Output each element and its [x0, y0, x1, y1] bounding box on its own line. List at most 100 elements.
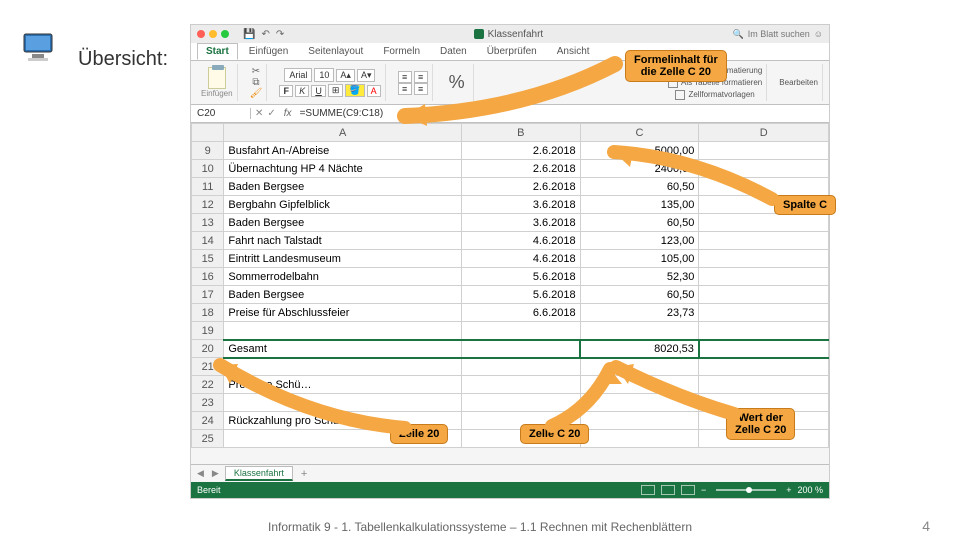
cell[interactable] [699, 286, 829, 304]
cell-format-icon[interactable] [675, 90, 685, 100]
cell[interactable]: 60,50 [580, 178, 699, 196]
cell[interactable]: Eintritt Landesmuseum [224, 250, 462, 268]
redo-icon[interactable]: ↷ [276, 29, 284, 40]
cell[interactable]: Baden Bergsee [224, 286, 462, 304]
row-header[interactable]: 14 [192, 232, 224, 250]
cell[interactable]: 4.6.2018 [461, 250, 580, 268]
cell[interactable]: 3.6.2018 [461, 196, 580, 214]
cell[interactable] [699, 178, 829, 196]
next-sheet-icon[interactable]: ▶ [210, 468, 221, 479]
cell[interactable] [699, 358, 829, 376]
confirm-icon[interactable]: ✓ [267, 108, 275, 119]
cell[interactable] [699, 304, 829, 322]
tab-ansicht[interactable]: Ansicht [548, 43, 599, 60]
normal-view-icon[interactable] [641, 485, 655, 495]
row-header[interactable]: 17 [192, 286, 224, 304]
cell[interactable] [461, 322, 580, 340]
tab-seitenlayout[interactable]: Seitenlayout [299, 43, 372, 60]
zoom-slider[interactable] [716, 489, 776, 491]
zoom-out-icon[interactable]: − [701, 485, 706, 495]
cell[interactable]: 135,00 [580, 196, 699, 214]
row-header[interactable]: 10 [192, 160, 224, 178]
cell[interactable] [461, 376, 580, 394]
align-mid-icon[interactable]: ≡ [414, 71, 428, 83]
increase-font-icon[interactable]: A▴ [336, 69, 355, 82]
page-layout-view-icon[interactable] [661, 485, 675, 495]
search-placeholder[interactable]: Im Blatt suchen [748, 29, 810, 39]
cell[interactable]: Sommerrodelbahn [224, 268, 462, 286]
bold-button[interactable]: F [279, 85, 293, 97]
cell[interactable]: 5.6.2018 [461, 268, 580, 286]
decrease-font-icon[interactable]: A▾ [357, 69, 376, 82]
cell[interactable]: 2.6.2018 [461, 142, 580, 160]
col-header-c[interactable]: C [580, 124, 699, 142]
cell[interactable]: Baden Bergsee [224, 214, 462, 232]
cell[interactable]: Fahrt nach Talstadt [224, 232, 462, 250]
cell[interactable]: Baden Bergsee [224, 178, 462, 196]
cell[interactable] [461, 340, 580, 358]
cell[interactable] [461, 394, 580, 412]
cell[interactable]: 60,50 [580, 214, 699, 232]
cell[interactable] [699, 232, 829, 250]
format-painter-icon[interactable]: 🖌 [250, 88, 263, 99]
add-sheet-icon[interactable]: + [297, 468, 311, 480]
zoom-level[interactable]: 200 % [797, 485, 823, 495]
maximize-icon[interactable] [221, 30, 229, 38]
cell[interactable] [461, 358, 580, 376]
cell[interactable] [224, 358, 462, 376]
fill-color-icon[interactable]: 🪣 [345, 84, 364, 97]
col-header-d[interactable]: D [699, 124, 829, 142]
tab-daten[interactable]: Daten [431, 43, 476, 60]
save-icon[interactable]: 💾 [243, 29, 255, 40]
search-icon[interactable]: 🔍 [733, 29, 744, 40]
name-box[interactable]: C20 [191, 108, 251, 119]
cut-icon[interactable]: ✂ [252, 66, 260, 77]
zoom-in-icon[interactable]: + [786, 485, 791, 495]
row-header[interactable]: 9 [192, 142, 224, 160]
underline-button[interactable]: U [311, 85, 326, 97]
col-header-a[interactable]: A [224, 124, 462, 142]
paste-icon[interactable] [208, 67, 226, 89]
cell[interactable]: Bergbahn Gipfelblick [224, 196, 462, 214]
select-all-corner[interactable] [192, 124, 224, 142]
cell[interactable]: 8020,53 [580, 340, 699, 358]
cell[interactable]: 105,00 [580, 250, 699, 268]
row-header[interactable]: 21 [192, 358, 224, 376]
cell[interactable] [699, 160, 829, 178]
row-header[interactable]: 11 [192, 178, 224, 196]
font-family-select[interactable]: Arial [284, 68, 312, 82]
font-color-icon[interactable]: A [367, 85, 381, 97]
cell[interactable]: 60,50 [580, 286, 699, 304]
cell[interactable] [580, 376, 699, 394]
cell[interactable] [699, 322, 829, 340]
cell[interactable]: 5.6.2018 [461, 286, 580, 304]
cell[interactable] [224, 394, 462, 412]
row-header[interactable]: 12 [192, 196, 224, 214]
cell[interactable] [699, 340, 829, 358]
align-left-icon[interactable]: ≡ [398, 83, 412, 95]
cell[interactable]: 3.6.2018 [461, 214, 580, 232]
row-header[interactable]: 24 [192, 412, 224, 430]
page-break-view-icon[interactable] [681, 485, 695, 495]
cell[interactable] [699, 142, 829, 160]
minimize-icon[interactable] [209, 30, 217, 38]
cell[interactable] [699, 214, 829, 232]
cell[interactable]: 123,00 [580, 232, 699, 250]
cancel-icon[interactable]: ✕ [255, 108, 263, 119]
cell[interactable]: 2400,00 [580, 160, 699, 178]
cell[interactable]: 5000,00 [580, 142, 699, 160]
tab-einfuegen[interactable]: Einfügen [240, 43, 297, 60]
cell[interactable] [580, 322, 699, 340]
row-header[interactable]: 13 [192, 214, 224, 232]
cell[interactable]: 23,73 [580, 304, 699, 322]
cell[interactable]: Busfahrt An-/Abreise [224, 142, 462, 160]
cell[interactable] [580, 412, 699, 430]
cell[interactable]: Übernachtung HP 4 Nächte [224, 160, 462, 178]
tab-ueberpruefen[interactable]: Überprüfen [478, 43, 546, 60]
cell[interactable]: Preise für Abschlussfeier [224, 304, 462, 322]
cell[interactable] [580, 394, 699, 412]
cell[interactable] [699, 376, 829, 394]
cell[interactable] [224, 322, 462, 340]
row-header[interactable]: 25 [192, 430, 224, 448]
formula-input[interactable]: =SUMME(C9:C18) [296, 108, 829, 119]
